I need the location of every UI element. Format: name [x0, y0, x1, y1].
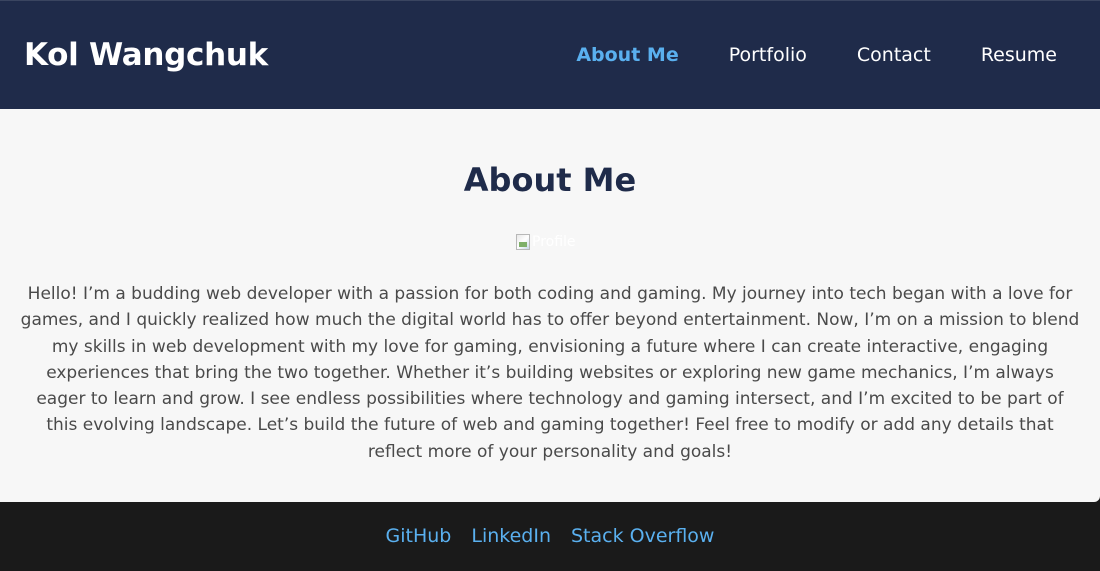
- footer-links: GitHub LinkedIn Stack Overflow: [0, 523, 1100, 549]
- nav-link-about-me[interactable]: About Me: [576, 37, 678, 73]
- footer-link-stack-overflow[interactable]: Stack Overflow: [571, 523, 714, 549]
- profile-image: Profile: [516, 233, 580, 251]
- site-title[interactable]: Kol Wangchuk: [24, 33, 268, 77]
- site-header: Kol Wangchuk About Me Portfolio Contact …: [0, 0, 1100, 109]
- nav-link-contact[interactable]: Contact: [857, 37, 931, 73]
- profile-image-alt: Profile: [532, 234, 576, 250]
- main-nav: About Me Portfolio Contact Resume: [526, 37, 1057, 73]
- footer-link-linkedin[interactable]: LinkedIn: [471, 523, 551, 549]
- about-section: About Me Profile Hello! I’m a budding we…: [0, 109, 1100, 502]
- site-footer: GitHub LinkedIn Stack Overflow: [0, 502, 1100, 571]
- broken-image-icon: [516, 234, 530, 250]
- nav-link-resume[interactable]: Resume: [981, 37, 1057, 73]
- nav-link-portfolio[interactable]: Portfolio: [729, 37, 807, 73]
- section-title: About Me: [463, 161, 637, 199]
- footer-link-github[interactable]: GitHub: [386, 523, 452, 549]
- bio-paragraph: Hello! I’m a budding web developer with …: [20, 284, 1080, 462]
